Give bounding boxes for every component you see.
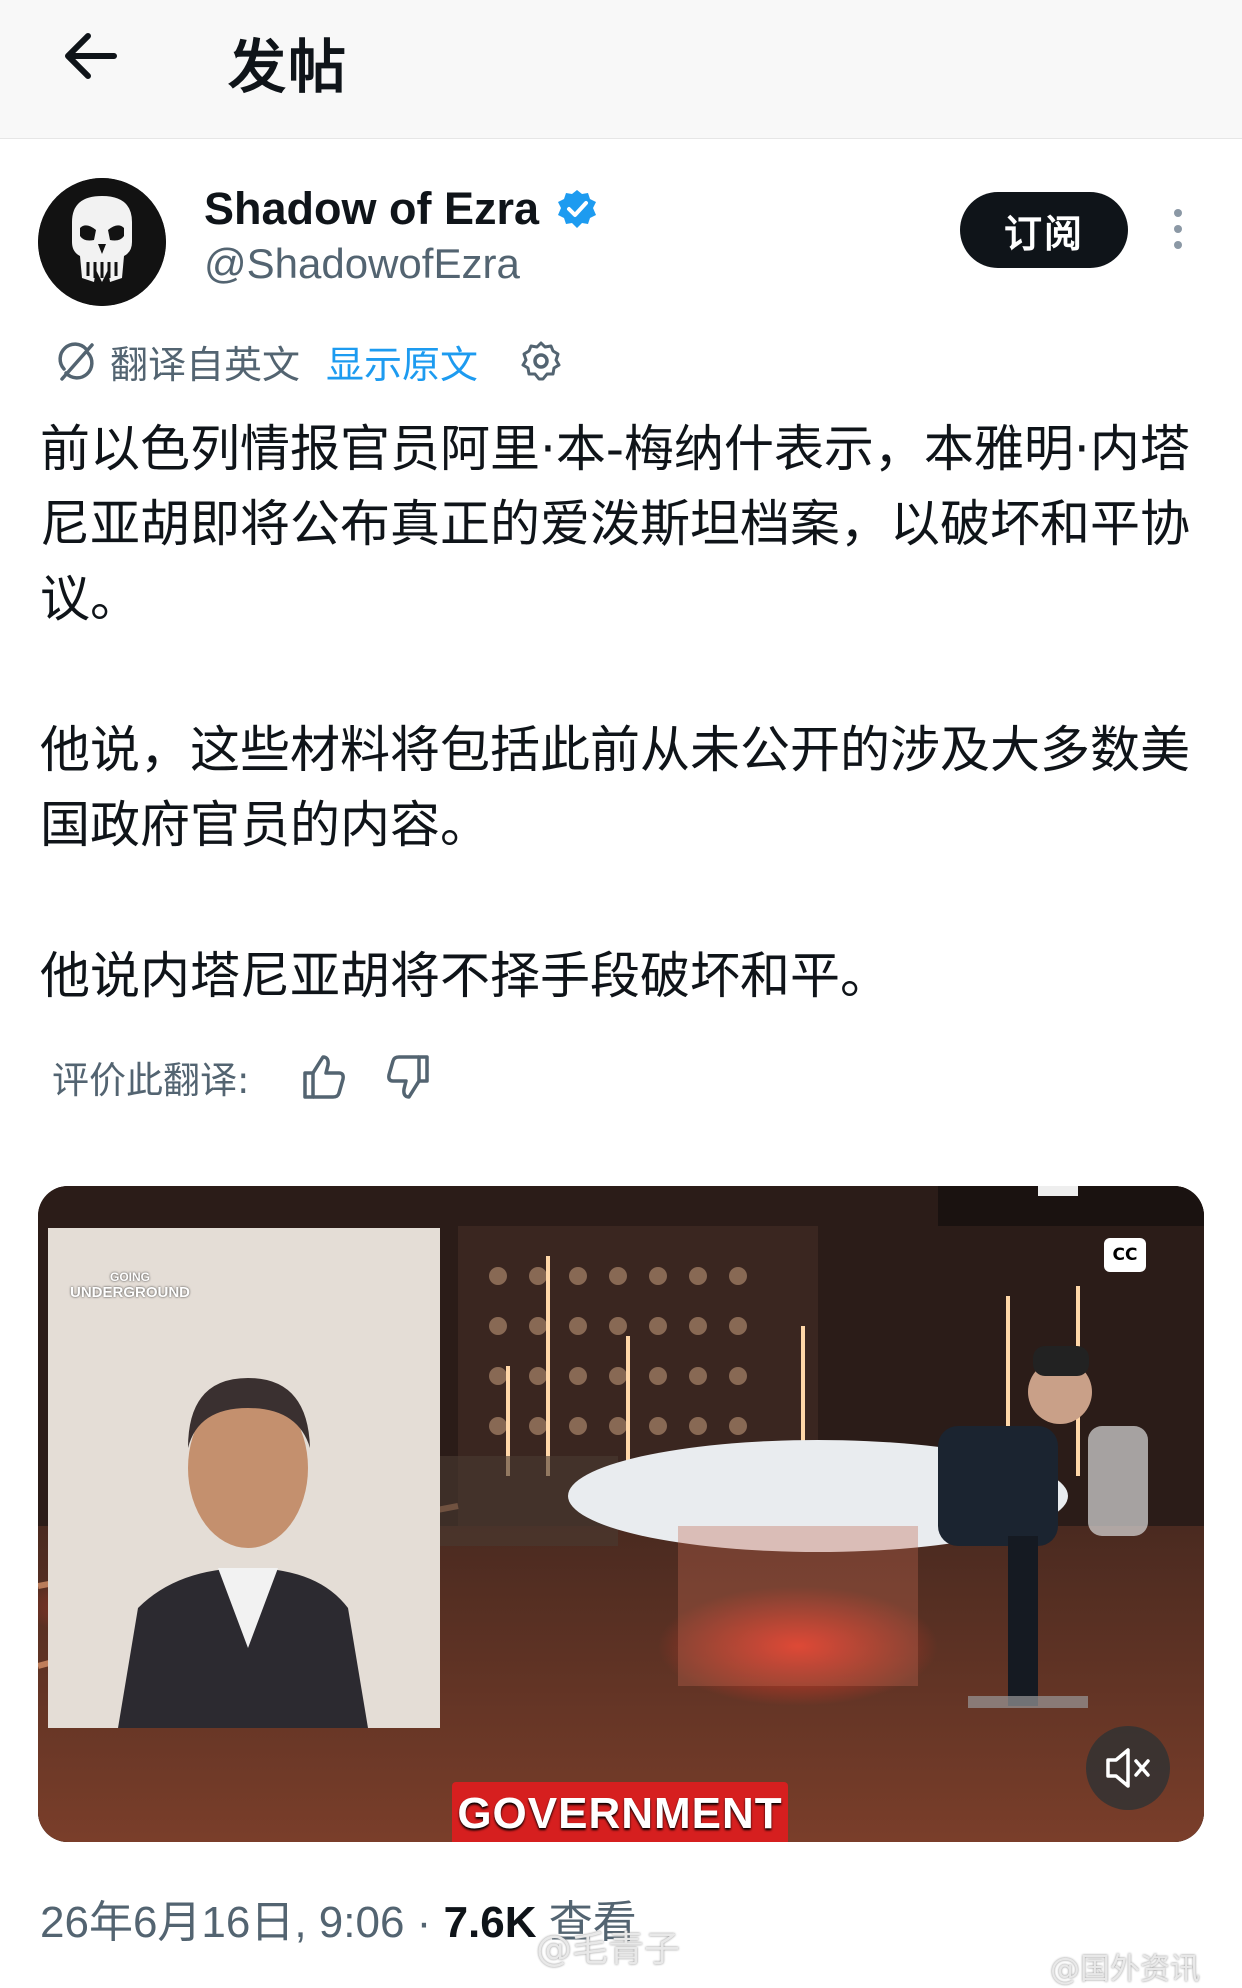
show-logo: GOING UNDERGROUND <box>70 1270 190 1301</box>
closed-captions-button[interactable]: CC <box>1104 1238 1146 1272</box>
post-paragraph: 前以色列情报官员阿里·本-梅纳什表示，本雅明·内塔尼亚胡即将公布真正的爱泼斯坦档… <box>40 420 1190 628</box>
translate-icon <box>58 342 94 381</box>
remote-guest-screen: GOING UNDERGROUND <box>48 1228 440 1728</box>
post-paragraph: 他说，这些材料将包括此前从未公开的涉及大多数美国政府官员的内容。 <box>40 721 1190 854</box>
guest-figure <box>48 1228 440 1728</box>
view-count: 7.6K <box>443 1898 537 1947</box>
video-caption: GOVERNMENT <box>452 1782 788 1842</box>
watermark: @毛青子 <box>536 1929 681 1970</box>
top-bar: 发帖 <box>0 0 1242 139</box>
video-player[interactable]: GOING UNDERGROUND CC GOVERNMENT <box>38 1186 1204 1842</box>
gear-icon[interactable] <box>518 338 564 384</box>
author-handle[interactable]: @ShadowofEzra <box>204 240 520 288</box>
author-name[interactable]: Shadow of Ezra <box>204 183 539 235</box>
verified-badge-icon <box>558 190 596 228</box>
show-original-link[interactable]: 显示原文 <box>326 334 478 389</box>
rate-label: 评价此翻译: <box>52 1059 250 1102</box>
avatar[interactable] <box>38 178 166 306</box>
post-paragraph: 他说内塔尼亚胡将不择手段破坏和平。 <box>40 947 890 1005</box>
more-vertical-icon[interactable] <box>1164 205 1192 253</box>
rate-translation: 评价此翻译: <box>52 1050 435 1104</box>
punisher-skull-icon <box>38 178 166 306</box>
thumbs-down-icon[interactable] <box>383 1051 435 1103</box>
translation-bar: 翻译自英文 显示原文 <box>54 335 564 387</box>
mute-button[interactable] <box>1086 1726 1170 1810</box>
arrow-left-icon[interactable] <box>58 24 122 88</box>
thumbs-up-icon[interactable] <box>297 1051 349 1103</box>
post-body: 前以色列情报官员阿里·本-梅纳什表示，本雅明·内塔尼亚胡即将公布真正的爱泼斯坦档… <box>40 412 1200 1090</box>
meta-separator: · <box>404 1898 444 1947</box>
subscribe-button[interactable]: 订阅 <box>960 192 1128 268</box>
translated-from-label: 翻译自英文 <box>110 342 301 387</box>
page-title: 发帖 <box>228 33 349 101</box>
watermark-corner: @国外资讯 <box>1050 1952 1200 1987</box>
mute-speaker-icon <box>1106 1748 1150 1788</box>
post-timestamp[interactable]: 26年6月16日, 9:06 <box>40 1898 404 1947</box>
